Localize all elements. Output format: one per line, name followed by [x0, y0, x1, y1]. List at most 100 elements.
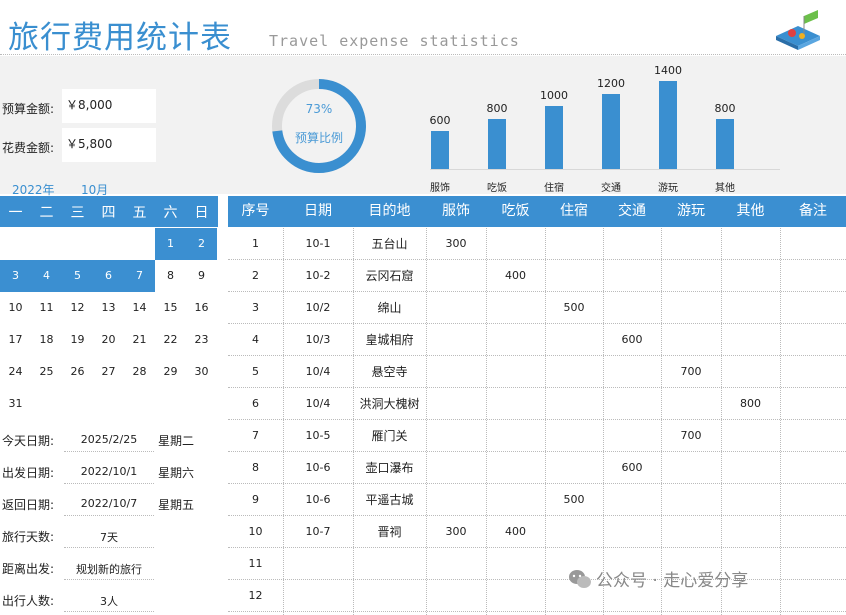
table-cell[interactable]	[426, 420, 486, 452]
calendar-day[interactable]: 7	[124, 260, 155, 292]
table-cell[interactable]	[780, 548, 846, 580]
table-cell[interactable]	[486, 356, 545, 388]
table-cell[interactable]	[486, 324, 545, 356]
calendar-day[interactable]: 23	[186, 324, 217, 356]
table-cell[interactable]	[780, 580, 846, 612]
calendar-day[interactable]: 2	[186, 228, 217, 260]
table-cell[interactable]: 300	[426, 228, 486, 260]
table-cell[interactable]	[486, 452, 545, 484]
table-cell[interactable]	[721, 356, 780, 388]
info-value[interactable]: 2022/10/1	[64, 465, 154, 478]
table-cell[interactable]	[545, 228, 603, 260]
table-cell[interactable]	[661, 388, 721, 420]
table-cell[interactable]	[721, 452, 780, 484]
table-column-header[interactable]: 日期	[283, 196, 353, 226]
calendar-day[interactable]: 31	[0, 388, 31, 420]
table-cell[interactable]	[721, 228, 780, 260]
table-cell[interactable]	[486, 484, 545, 516]
table-cell[interactable]	[721, 260, 780, 292]
calendar-day[interactable]: 11	[31, 292, 62, 324]
calendar-day[interactable]: 26	[62, 356, 93, 388]
table-cell[interactable]	[661, 452, 721, 484]
table-cell[interactable]	[661, 292, 721, 324]
table-cell[interactable]	[283, 580, 353, 612]
calendar-day[interactable]: 25	[31, 356, 62, 388]
table-cell[interactable]	[426, 548, 486, 580]
table-cell[interactable]	[780, 484, 846, 516]
table-cell[interactable]: 10	[228, 516, 283, 548]
table-cell[interactable]	[353, 580, 426, 612]
table-cell[interactable]	[486, 388, 545, 420]
table-cell[interactable]	[721, 292, 780, 324]
calendar-day[interactable]: 20	[93, 324, 124, 356]
table-cell[interactable]: 10-5	[283, 420, 353, 452]
table-cell[interactable]	[780, 388, 846, 420]
table-cell[interactable]	[603, 292, 661, 324]
table-cell[interactable]: 10/2	[283, 292, 353, 324]
table-cell[interactable]	[603, 516, 661, 548]
table-cell[interactable]: 10/4	[283, 356, 353, 388]
table-cell[interactable]	[545, 356, 603, 388]
table-cell[interactable]	[283, 548, 353, 580]
table-cell[interactable]: 1	[228, 228, 283, 260]
table-cell[interactable]: 500	[545, 292, 603, 324]
calendar-day[interactable]: 21	[124, 324, 155, 356]
table-column-header[interactable]: 其他	[721, 196, 780, 226]
table-cell[interactable]	[545, 420, 603, 452]
table-cell[interactable]: 400	[486, 260, 545, 292]
calendar-day[interactable]: 5	[62, 260, 93, 292]
table-cell[interactable]	[545, 260, 603, 292]
table-cell[interactable]: 600	[603, 324, 661, 356]
table-cell[interactable]	[603, 356, 661, 388]
table-cell[interactable]: 600	[603, 452, 661, 484]
table-column-header[interactable]: 交通	[603, 196, 661, 226]
table-cell[interactable]	[603, 388, 661, 420]
table-cell[interactable]	[603, 420, 661, 452]
table-cell[interactable]: 悬空寺	[353, 356, 426, 388]
table-cell[interactable]	[426, 484, 486, 516]
info-value[interactable]: 2025/2/25	[64, 433, 154, 446]
table-cell[interactable]	[426, 260, 486, 292]
table-column-header[interactable]: 吃饭	[486, 196, 545, 226]
table-cell[interactable]: 壶口瀑布	[353, 452, 426, 484]
table-column-header[interactable]: 备注	[780, 196, 846, 226]
table-cell[interactable]	[780, 292, 846, 324]
table-cell[interactable]	[426, 292, 486, 324]
calendar-day[interactable]: 16	[186, 292, 217, 324]
calendar-day[interactable]: 30	[186, 356, 217, 388]
calendar-day[interactable]: 12	[62, 292, 93, 324]
calendar-day[interactable]: 15	[155, 292, 186, 324]
table-cell[interactable]: 2	[228, 260, 283, 292]
calendar-day[interactable]: 24	[0, 356, 31, 388]
table-cell[interactable]: 10/4	[283, 388, 353, 420]
info-value[interactable]: 2022/10/7	[64, 497, 154, 510]
table-cell[interactable]	[603, 228, 661, 260]
table-cell[interactable]: 400	[486, 516, 545, 548]
table-cell[interactable]: 300	[426, 516, 486, 548]
table-cell[interactable]	[780, 228, 846, 260]
table-cell[interactable]: 9	[228, 484, 283, 516]
table-cell[interactable]: 5	[228, 356, 283, 388]
table-cell[interactable]	[426, 356, 486, 388]
calendar-day[interactable]: 28	[124, 356, 155, 388]
table-cell[interactable]	[545, 324, 603, 356]
calendar-day[interactable]: 4	[31, 260, 62, 292]
table-cell[interactable]	[721, 420, 780, 452]
table-cell[interactable]	[721, 484, 780, 516]
table-cell[interactable]	[721, 516, 780, 548]
calendar-day[interactable]: 19	[62, 324, 93, 356]
table-cell[interactable]	[353, 548, 426, 580]
table-column-header[interactable]: 序号	[228, 196, 283, 226]
table-cell[interactable]	[426, 324, 486, 356]
table-cell[interactable]	[661, 260, 721, 292]
calendar-day[interactable]: 14	[124, 292, 155, 324]
table-cell[interactable]	[603, 484, 661, 516]
calendar-day[interactable]: 9	[186, 260, 217, 292]
table-cell[interactable]: 3	[228, 292, 283, 324]
table-cell[interactable]	[661, 228, 721, 260]
table-cell[interactable]	[486, 228, 545, 260]
table-cell[interactable]	[545, 516, 603, 548]
table-cell[interactable]: 8	[228, 452, 283, 484]
table-cell[interactable]: 500	[545, 484, 603, 516]
table-cell[interactable]: 绵山	[353, 292, 426, 324]
